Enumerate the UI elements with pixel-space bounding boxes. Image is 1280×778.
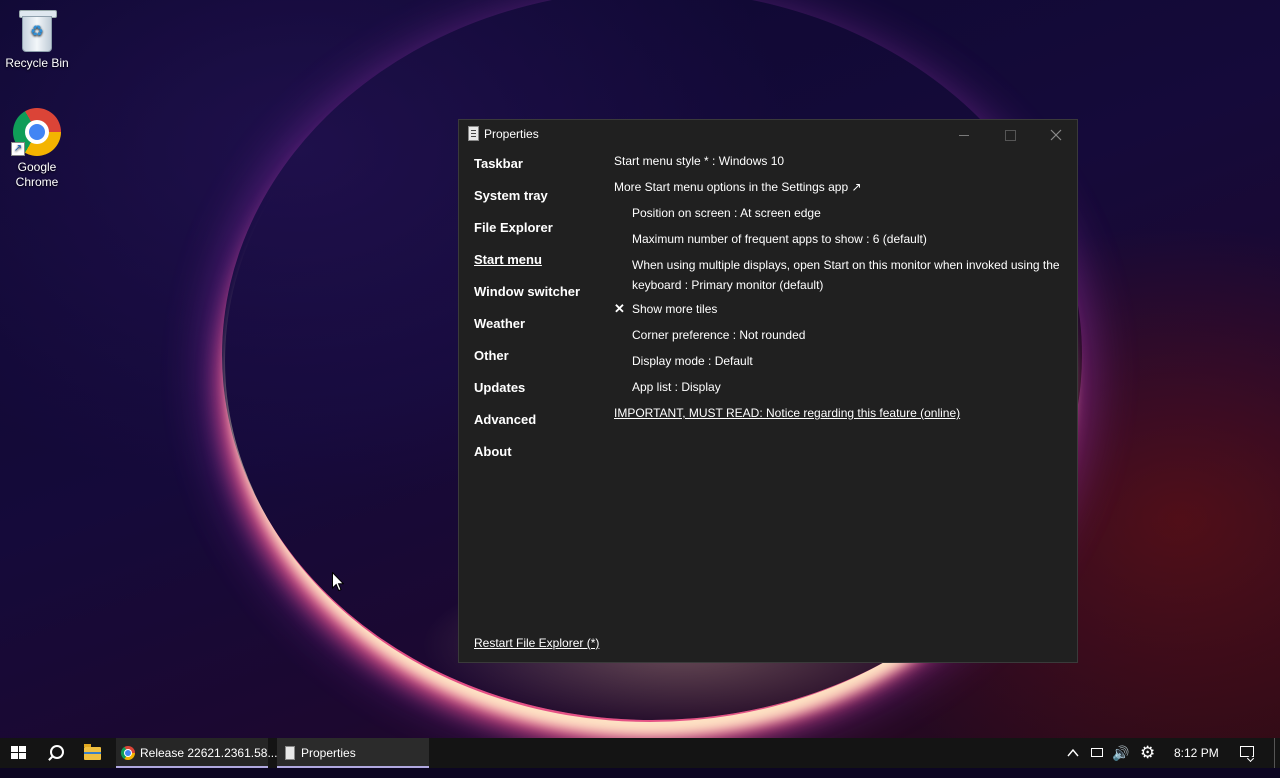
taskbar-app-label: Release 22621.2361.58... (140, 746, 278, 760)
sidebar-item-about[interactable]: About (474, 444, 580, 476)
minimize-button[interactable] (941, 120, 987, 148)
sidebar-item-advanced[interactable]: Advanced (474, 412, 580, 444)
sidebar-item-updates[interactable]: Updates (474, 380, 580, 412)
desktop-icon-recycle-bin[interactable]: ♻ Recycle Bin (0, 10, 74, 71)
recycle-bin-icon: ♻ (19, 10, 57, 52)
settings-panel: Start menu style * : Windows 10 More Sta… (614, 153, 1064, 431)
close-button[interactable] (1033, 120, 1079, 148)
sidebar-item-other[interactable]: Other (474, 348, 580, 380)
taskbar-app-label: Properties (301, 746, 356, 760)
maximize-button[interactable] (987, 120, 1033, 148)
chrome-icon: ↗ (11, 108, 61, 156)
chrome-icon (121, 746, 135, 760)
taskbar: Release 22621.2361.58... Properties 🔊 ⚙ … (0, 738, 1280, 768)
notification-icon (1240, 746, 1254, 757)
taskbar-app-properties[interactable]: Properties (277, 738, 429, 768)
network-icon (1091, 748, 1103, 757)
sidebar-nav: Taskbar System tray File Explorer Start … (474, 156, 580, 476)
sidebar-item-window-switcher[interactable]: Window switcher (474, 284, 580, 316)
close-icon (1050, 129, 1062, 141)
volume-button[interactable]: 🔊 (1112, 738, 1132, 768)
windows-logo-icon (11, 746, 26, 760)
position-on-screen-setting[interactable]: Position on screen : At screen edge (614, 205, 1064, 231)
settings-tray-button[interactable]: ⚙ (1140, 738, 1160, 768)
sidebar-item-file-explorer[interactable]: File Explorer (474, 220, 580, 252)
search-button[interactable] (38, 738, 74, 768)
minimize-icon (959, 134, 969, 136)
taskbar-app-chrome[interactable]: Release 22621.2361.58... (116, 738, 277, 768)
app-list-setting[interactable]: App list : Display (614, 379, 1064, 405)
title-bar[interactable]: Properties (459, 120, 1077, 148)
corner-preference-setting[interactable]: Corner preference : Not rounded (614, 327, 1064, 353)
notification-center-button[interactable] (1236, 738, 1260, 768)
properties-window: Properties Taskbar System tray File Expl… (458, 119, 1078, 663)
sidebar-item-system-tray[interactable]: System tray (474, 188, 580, 220)
show-hidden-icons-button[interactable] (1066, 738, 1082, 768)
start-menu-style-setting[interactable]: Start menu style * : Windows 10 (614, 153, 1064, 179)
folder-icon (84, 744, 101, 760)
show-desktop-button[interactable] (1274, 738, 1275, 768)
show-more-tiles-label: Show more tiles (632, 302, 718, 316)
max-frequent-apps-setting[interactable]: Maximum number of frequent apps to show … (614, 231, 1064, 257)
display-mode-setting[interactable]: Display mode : Default (614, 353, 1064, 379)
desktop-icon-label: Google Chrome (15, 160, 59, 189)
desktop-icon-google-chrome[interactable]: ↗ Google Chrome (0, 108, 74, 190)
window-title: Properties (484, 127, 539, 141)
volume-icon: 🔊 (1112, 745, 1130, 761)
sidebar-item-taskbar[interactable]: Taskbar (474, 156, 580, 188)
show-more-tiles-checkbox[interactable]: ✕ Show more tiles (614, 301, 1064, 327)
checkbox-x-icon: ✕ (614, 301, 625, 316)
more-start-options-link[interactable]: More Start menu options in the Settings … (614, 179, 1064, 205)
gear-icon: ⚙ (1140, 743, 1156, 762)
maximize-icon (1004, 129, 1016, 141)
file-explorer-button[interactable] (74, 738, 110, 768)
properties-app-icon (468, 126, 479, 141)
desktop-icon-label: Recycle Bin (5, 56, 69, 70)
network-button[interactable] (1088, 738, 1108, 768)
restart-file-explorer-link[interactable]: Restart File Explorer (*) (474, 636, 599, 650)
chevron-up-icon (1067, 748, 1079, 757)
shortcut-arrow-icon: ↗ (11, 142, 25, 156)
multi-display-setting[interactable]: When using multiple displays, open Start… (614, 255, 1064, 301)
sidebar-item-weather[interactable]: Weather (474, 316, 580, 348)
properties-app-icon (285, 746, 295, 760)
important-notice-link[interactable]: IMPORTANT, MUST READ: Notice regarding t… (614, 405, 1064, 431)
clock[interactable]: 8:12 PM (1174, 738, 1224, 768)
sidebar-item-start-menu[interactable]: Start menu (474, 252, 580, 284)
start-button[interactable] (0, 738, 36, 768)
